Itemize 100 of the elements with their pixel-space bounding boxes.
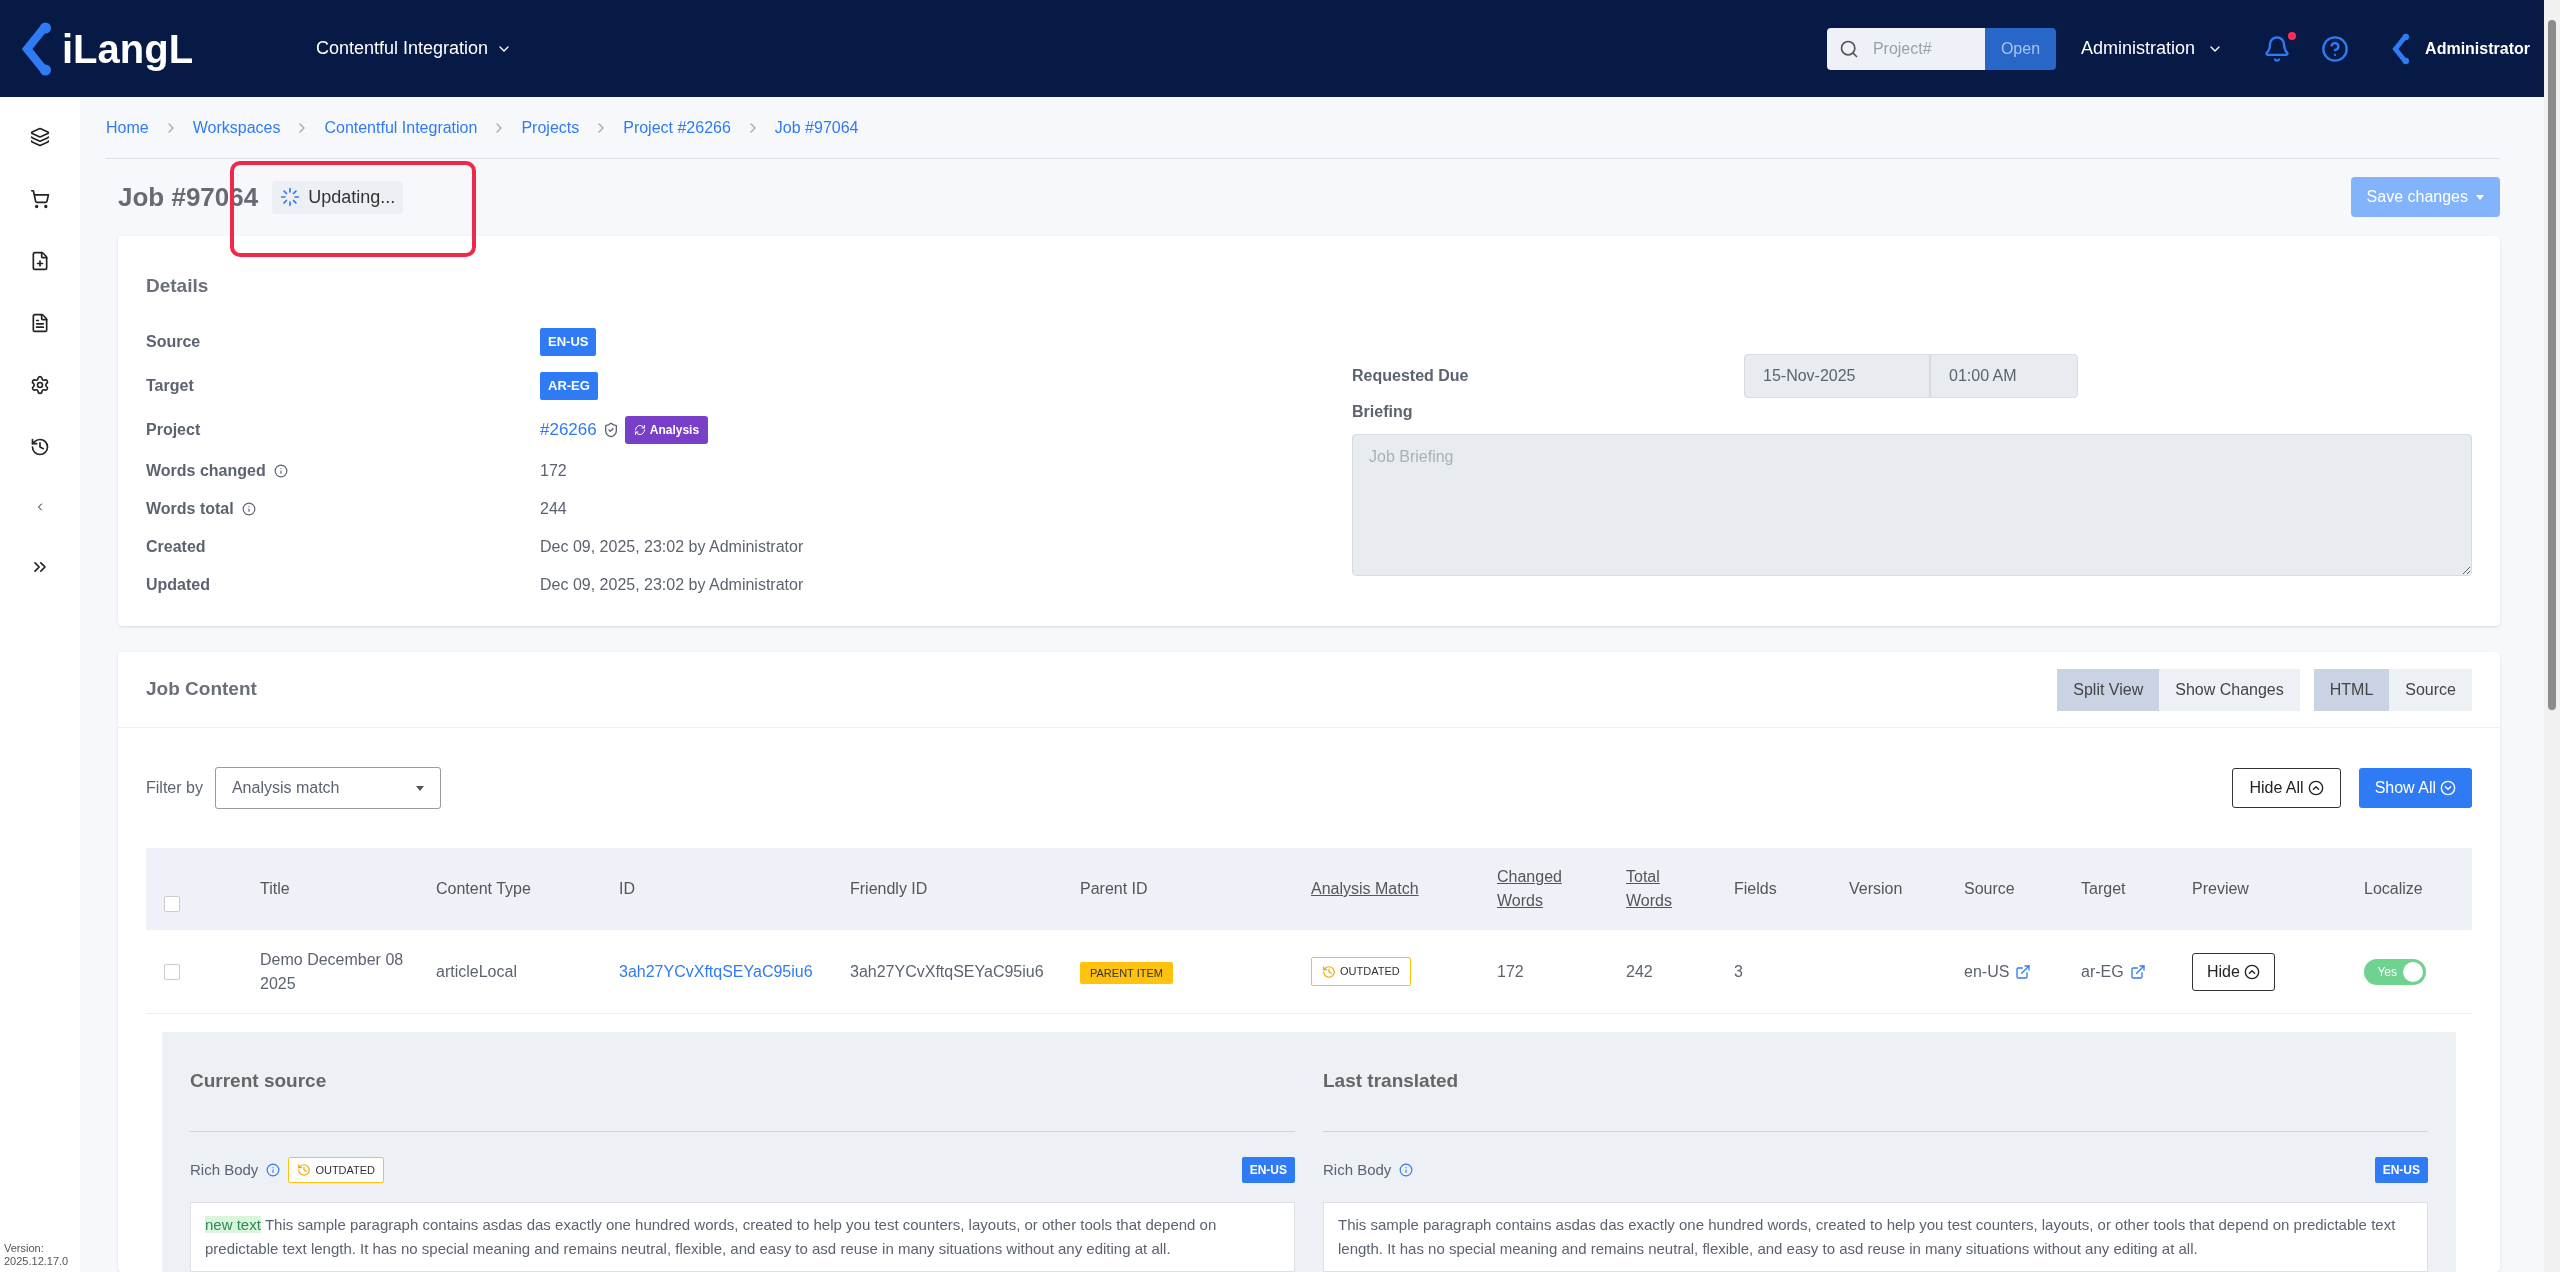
language-badge: EN-US bbox=[1241, 1157, 1295, 1183]
breadcrumb-link[interactable]: Project #26266 bbox=[623, 115, 731, 140]
column-header: Parent ID bbox=[1079, 879, 1149, 899]
breadcrumb-link[interactable]: Contentful Integration bbox=[324, 115, 478, 140]
paragraph-text: new text This sample paragraph contains asdas das exactly one hundred words, created to help you test counters, layouts, or other tools that depend on predictable text length. It has no special meaning and remains neutral, flexible, and easy to asd reuse in many situations without any editing at all. bbox=[205, 1215, 1218, 1259]
preview-column-title: Current source bbox=[190, 1032, 1295, 1132]
bell-icon bbox=[2263, 34, 2292, 63]
detail-label: Updated bbox=[146, 575, 210, 595]
column-header: Target bbox=[2080, 879, 2127, 899]
table-cell-text: 3 bbox=[1733, 961, 1744, 982]
entry-id-link[interactable]: 3ah27YCvXftqSEYaC95iu6 bbox=[607, 959, 838, 984]
language-badge: EN-US bbox=[2374, 1157, 2428, 1183]
checkbox[interactable] bbox=[164, 963, 180, 980]
settings-icon[interactable] bbox=[30, 375, 50, 395]
hide-all-button[interactable]: Hide All bbox=[2232, 768, 2341, 808]
workspace-dropdown[interactable]: Contentful Integration bbox=[316, 35, 513, 62]
user-name: Administrator bbox=[2425, 38, 2530, 59]
history-icon bbox=[1322, 964, 1336, 979]
column-header: Content Type bbox=[435, 879, 532, 899]
column-header: Fields bbox=[1733, 879, 1778, 899]
table-cell-text: articleLocal bbox=[435, 961, 518, 982]
view-toggle-tab[interactable]: Show Changes bbox=[2159, 668, 2300, 711]
detail-value: Dec 09, 2025, 23:02 by Administrator bbox=[540, 537, 804, 557]
detail-label: Created bbox=[146, 537, 206, 557]
column-header[interactable]: Total Words bbox=[1614, 865, 1722, 913]
filter-dropdown[interactable]: Analysis match bbox=[214, 767, 441, 809]
administration-menu[interactable]: Administration bbox=[2081, 35, 2224, 62]
field-label: Rich Body bbox=[190, 1159, 259, 1180]
help-icon[interactable] bbox=[2321, 34, 2350, 63]
column-header: Version bbox=[1848, 879, 1904, 899]
cart-icon[interactable] bbox=[30, 189, 50, 209]
circle-chevron-up-icon bbox=[2243, 963, 2260, 980]
column-header[interactable]: Changed Words bbox=[1485, 865, 1614, 913]
column-header: Preview bbox=[2191, 879, 2250, 899]
layers-icon[interactable] bbox=[30, 127, 50, 147]
table-cell-text: 3ah27YCvXftqSEYaC95iu6 bbox=[849, 961, 1045, 982]
breadcrumb-link[interactable]: Workspaces bbox=[192, 115, 281, 140]
detail-label: Project bbox=[146, 420, 201, 440]
view-toggle-tab[interactable]: Split View bbox=[2057, 668, 2160, 711]
table-cell-text: 242 bbox=[1625, 961, 1654, 982]
view-toggle-tab[interactable]: HTML bbox=[2313, 668, 2390, 711]
breadcrumb-link[interactable]: Projects bbox=[521, 115, 580, 140]
section-title: Details bbox=[146, 273, 210, 298]
briefing-field[interactable]: Job Briefing bbox=[1352, 433, 2472, 576]
checkbox[interactable] bbox=[164, 896, 180, 912]
caret-icon bbox=[2476, 194, 2484, 200]
history-icon[interactable] bbox=[30, 437, 50, 457]
language-badge: AR-EG bbox=[540, 372, 598, 400]
view-toggle-tab[interactable]: Source bbox=[2389, 668, 2472, 711]
column-header: Title bbox=[259, 879, 291, 899]
parent-item-badge: PARENT ITEM bbox=[1080, 961, 1173, 984]
search-icon bbox=[1838, 38, 1859, 59]
date-field[interactable]: 15-Nov-2025 bbox=[1744, 353, 1930, 398]
column-header: Localize bbox=[2363, 879, 2424, 899]
detail-label: Source bbox=[146, 332, 201, 352]
shield-check-icon bbox=[602, 422, 619, 438]
section-title: Job Content bbox=[146, 677, 257, 702]
time-field[interactable]: 01:00 AM bbox=[1930, 353, 2078, 398]
paragraph-text: This sample paragraph contains asdas das exactly one hundred words, created to help you test counters, layouts, or other tools that depend on predictable text length. It has no special meaning and remains neutral, flexible, and easy to asd reuse in many situations without any editing at all. bbox=[1338, 1215, 2397, 1259]
analysis-tag: Analysis bbox=[624, 416, 709, 444]
column-header: ID bbox=[618, 879, 636, 899]
caret-icon bbox=[415, 785, 424, 791]
document-icon[interactable] bbox=[30, 313, 50, 333]
column-header[interactable]: Analysis Match bbox=[1299, 877, 1485, 901]
version-label: Version: 2025.12.17.0 bbox=[4, 1242, 70, 1268]
detail-value: Dec 09, 2025, 23:02 by Administrator bbox=[540, 575, 804, 595]
table-cell-text: 172 bbox=[1496, 961, 1525, 982]
outdated-badge: OUTDATED bbox=[288, 1156, 385, 1184]
column-header: Friendly ID bbox=[849, 879, 929, 899]
history-icon bbox=[297, 1163, 312, 1177]
detail-value: 244 bbox=[540, 499, 567, 519]
info-icon bbox=[266, 1163, 281, 1177]
open-button[interactable]: Open bbox=[1984, 27, 2057, 70]
show-all-button[interactable]: Show All bbox=[2358, 768, 2472, 808]
detail-label: Words total bbox=[146, 499, 234, 519]
outdated-badge: OUTDATED bbox=[1311, 957, 1411, 986]
detail-label: Words changed bbox=[146, 461, 266, 481]
table-cell-text: ar-EG bbox=[2081, 961, 2124, 982]
external-link-icon[interactable] bbox=[2015, 963, 2032, 980]
detail-label: Briefing bbox=[1352, 401, 1414, 422]
file-plus-icon[interactable] bbox=[30, 251, 50, 271]
breadcrumb-link[interactable]: Job #97064 bbox=[774, 115, 859, 140]
detail-value: 172 bbox=[540, 461, 567, 481]
field-label: Rich Body bbox=[1323, 1159, 1392, 1180]
brand-name: iLangL bbox=[62, 25, 194, 73]
hide-preview-button[interactable]: Hide bbox=[2192, 952, 2275, 991]
detail-label: Target bbox=[146, 376, 194, 396]
column-header: Source bbox=[1963, 879, 2016, 899]
table-cell-text: Demo December 08 2025 bbox=[259, 949, 405, 994]
circle-chevron-up-icon bbox=[2307, 780, 2324, 796]
project-link[interactable]: #26266 bbox=[540, 417, 597, 443]
external-link-icon[interactable] bbox=[2129, 963, 2146, 980]
detail-label: Requested Due bbox=[1352, 365, 1470, 386]
info-icon bbox=[1399, 1163, 1414, 1177]
project-search-field[interactable]: Project# bbox=[1826, 27, 1985, 70]
spinner-icon bbox=[280, 187, 301, 208]
filter-label: Filter by bbox=[146, 778, 203, 798]
table-cell-text: en-US bbox=[1964, 961, 2010, 982]
refresh-icon bbox=[633, 424, 646, 436]
breadcrumb-link[interactable]: Home bbox=[106, 115, 149, 140]
